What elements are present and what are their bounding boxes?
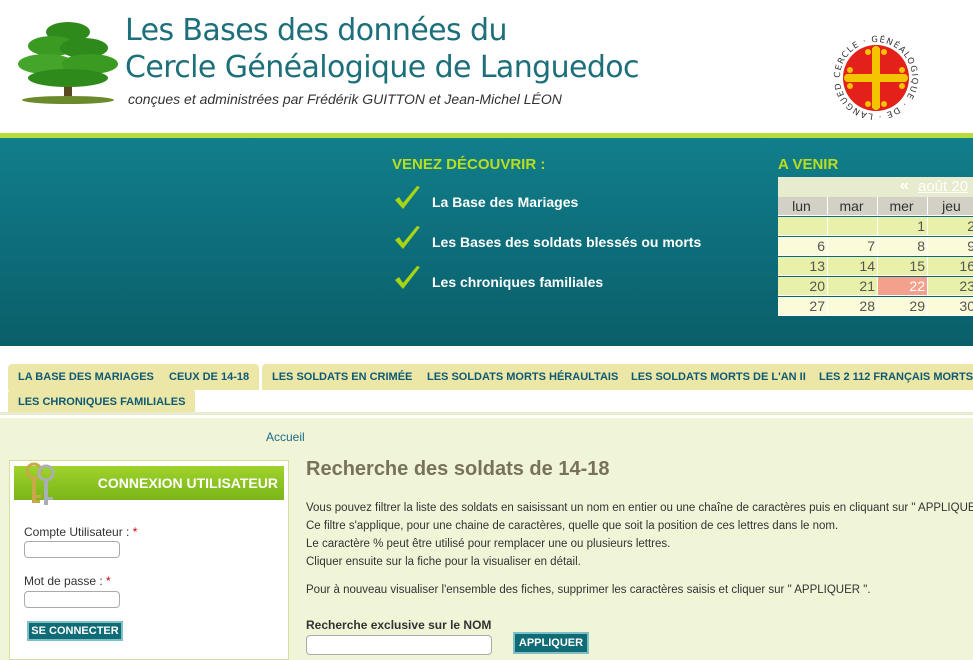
calendar-day[interactable]: 9 <box>928 237 973 256</box>
calendar-day-header: mar <box>828 197 878 216</box>
tab-soldats-an-ii[interactable]: LES SOLDATS MORTS DE L'AN II <box>621 364 816 390</box>
calendar-nav: « août 20 <box>778 177 973 197</box>
discover-item-soldats[interactable]: Les Bases des soldats blessés ou morts <box>392 226 732 256</box>
calendar-week: 13 14 15 16 <box>778 257 973 277</box>
tab-base-mariages[interactable]: LA BASE DES MARIAGES <box>8 364 164 390</box>
calendar-week: 27 28 29 30 <box>778 297 973 317</box>
username-label: Compte Utilisateur : * <box>24 525 137 539</box>
checkmark-icon <box>395 266 420 289</box>
login-panel: CONNEXION UTILISATEUR Compte Utilisateur… <box>9 460 289 660</box>
calendar-day-header: mer <box>878 197 928 216</box>
page-title: Recherche des soldats de 14-18 <box>306 458 610 480</box>
tabs-divider <box>0 412 973 415</box>
calendar-day <box>778 217 828 236</box>
calendar-day-header: jeu <box>928 197 973 216</box>
site-header: Les Bases des données du Cercle Généalog… <box>0 0 973 133</box>
calendar-day[interactable]: 14 <box>828 257 878 276</box>
calendar-day[interactable]: 20 <box>778 277 828 296</box>
instructions-line: Vous pouvez filtrer la liste des soldats… <box>306 502 973 514</box>
discover-title: VENEZ DÉCOUVRIR : <box>392 156 546 173</box>
calendar-header-row: lun mar mer jeu <box>778 197 973 217</box>
calendar-day[interactable]: 13 <box>778 257 828 276</box>
checkmark-icon <box>395 226 420 249</box>
username-label-text: Compte Utilisateur : <box>24 525 133 539</box>
password-input[interactable] <box>24 591 120 608</box>
occitan-cross-seal-icon: CERCLE · GÉNÉALOGIQUE · DE · LANGUEDOC <box>828 30 922 124</box>
required-marker: * <box>132 525 138 539</box>
calendar-day[interactable]: 6 <box>778 237 828 256</box>
instructions-line: Le caractère % peut être utilisé pour re… <box>306 538 671 550</box>
calendar-day[interactable]: 29 <box>878 297 928 316</box>
site-title-line2: Cercle Généalogique de Languedoc <box>125 50 640 85</box>
calendar-prev-button[interactable]: « <box>900 177 909 195</box>
tab-soldats-crimee[interactable]: LES SOLDATS EN CRIMÉE <box>262 364 423 390</box>
calendar-day[interactable]: 7 <box>828 237 878 256</box>
discover-item-label: La Base des Mariages <box>432 194 579 210</box>
site-subtitle: conçues et administrées par Frédérik GUI… <box>128 91 562 107</box>
discover-item-mariages[interactable]: La Base des Mariages <box>392 186 732 216</box>
password-label: Mot de passe : * <box>24 574 111 588</box>
site-title-line1: Les Bases des données du <box>125 13 507 48</box>
calendar-day[interactable]: 30 <box>928 297 973 316</box>
calendar-week: 1 2 <box>778 217 973 237</box>
search-label: Recherche exclusive sur le NOM <box>306 618 492 632</box>
login-button[interactable]: SE CONNECTER <box>27 621 123 641</box>
calendar-grid: lun mar mer jeu 1 2 6 7 8 9 13 14 15 16 … <box>778 197 973 317</box>
calendar-day[interactable]: 28 <box>828 297 878 316</box>
calendar-day-today[interactable]: 22 <box>878 277 928 296</box>
calendar-day[interactable]: 21 <box>828 277 878 296</box>
breadcrumb-home-link[interactable]: Accueil <box>266 430 305 444</box>
calendar-day[interactable]: 1 <box>878 217 928 236</box>
password-label-text: Mot de passe : <box>24 574 107 588</box>
calendar-week: 6 7 8 9 <box>778 237 973 257</box>
calendar-day[interactable]: 23 <box>928 277 973 296</box>
nav-tabs: LA BASE DES MARIAGES CEUX DE 14-18 LES S… <box>0 346 973 418</box>
calendar-month-link[interactable]: août 20 <box>918 178 968 195</box>
tree-logo-icon <box>18 22 118 104</box>
calendar-day-header: lun <box>778 197 828 216</box>
discover-item-label: Les chroniques familiales <box>432 274 604 290</box>
keys-icon <box>25 462 55 505</box>
instructions-line: Ce filtre s'applique, pour une chaine de… <box>306 520 839 532</box>
tab-ceux-14-18[interactable]: CEUX DE 14-18 <box>159 364 260 390</box>
calendar-day[interactable]: 2 <box>928 217 973 236</box>
calendar-day[interactable]: 16 <box>928 257 973 276</box>
instructions-line: Cliquer ensuite sur la fiche pour la vis… <box>306 556 581 568</box>
discover-item-label: Les Bases des soldats blessés ou morts <box>432 234 702 250</box>
apply-button[interactable]: APPLIQUER <box>513 632 589 654</box>
tab-soldats-heraultais[interactable]: LES SOLDATS MORTS HÉRAULTAIS <box>417 364 629 390</box>
calendar-day[interactable]: 8 <box>878 237 928 256</box>
tab-2112-francais[interactable]: LES 2 112 FRANÇAIS MORTS A <box>809 364 973 390</box>
checkmark-icon <box>395 186 420 209</box>
calendar-day[interactable]: 27 <box>778 297 828 316</box>
name-search-input[interactable] <box>306 635 492 655</box>
calendar-day <box>828 217 878 236</box>
calendar-week: 20 21 22 23 <box>778 277 973 297</box>
discover-item-chroniques[interactable]: Les chroniques familiales <box>392 266 732 296</box>
login-title: CONNEXION UTILISATEUR <box>97 475 278 491</box>
calendar-day[interactable]: 15 <box>878 257 928 276</box>
username-input[interactable] <box>24 541 120 558</box>
required-marker: * <box>106 574 111 588</box>
reset-instructions: Pour à nouveau visualiser l'ensemble des… <box>306 584 871 596</box>
upcoming-title: A VENIR <box>778 156 839 173</box>
site-title: Les Bases des données du Cercle Généalog… <box>125 12 640 86</box>
